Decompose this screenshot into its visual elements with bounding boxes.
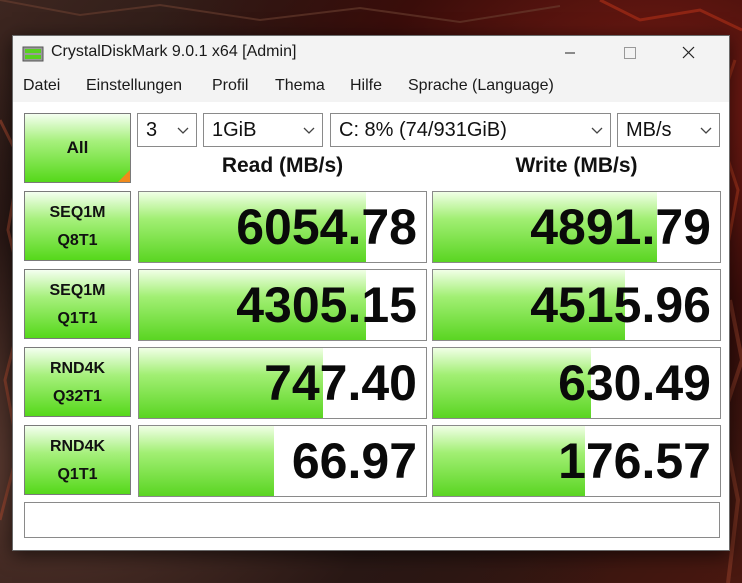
- test-name: SEQ1M: [49, 204, 106, 221]
- menu-bar: Datei Einstellungen Profil Thema Hilfe S…: [13, 70, 729, 102]
- count-select[interactable]: 3: [137, 113, 197, 147]
- write-result-cell: 4515.96: [432, 269, 721, 341]
- app-window: CrystalDiskMark 9.0.1 x64 [Admin] Datei …: [12, 35, 730, 551]
- write-result-cell: 4891.79: [432, 191, 721, 263]
- write-value: 176.57: [558, 433, 711, 489]
- test-params: Q32T1: [53, 388, 102, 405]
- chevron-down-icon: [700, 127, 712, 134]
- test-name: RND4K: [49, 360, 106, 377]
- menu-thema[interactable]: Thema: [275, 77, 325, 95]
- read-value: 4305.15: [236, 277, 417, 333]
- unit-value: MB/s: [626, 119, 672, 141]
- comment-field[interactable]: [24, 502, 720, 538]
- test-name: SEQ1M: [49, 282, 106, 299]
- main-panel: All 3 1GiB C: 8% (74/931GiB) MB/s Read (…: [13, 102, 729, 550]
- read-progress-bar: [139, 426, 274, 496]
- read-value: 747.40: [264, 355, 417, 411]
- title-bar[interactable]: CrystalDiskMark 9.0.1 x64 [Admin]: [13, 36, 729, 70]
- minimize-button[interactable]: [541, 36, 599, 70]
- drive-select[interactable]: C: 8% (74/931GiB): [330, 113, 611, 147]
- size-value: 1GiB: [212, 119, 257, 141]
- test-params: Q1T1: [57, 466, 98, 483]
- test-name: RND4K: [49, 438, 106, 455]
- read-result-cell: 66.97: [138, 425, 427, 497]
- window-title: CrystalDiskMark 9.0.1 x64 [Admin]: [51, 43, 297, 60]
- menu-datei[interactable]: Datei: [23, 77, 60, 95]
- chevron-down-icon: [177, 127, 189, 134]
- read-result-cell: 4305.15: [138, 269, 427, 341]
- test-button-seq1m-q8t1[interactable]: SEQ1M Q8T1: [24, 191, 131, 261]
- menu-profil[interactable]: Profil: [212, 77, 248, 95]
- read-value: 6054.78: [236, 199, 417, 255]
- write-header: Write (MB/s): [515, 154, 638, 177]
- write-value: 4891.79: [530, 199, 711, 255]
- close-button[interactable]: [659, 36, 717, 70]
- all-button-label: All: [66, 138, 89, 157]
- maximize-icon: [624, 47, 636, 59]
- test-params: Q8T1: [57, 232, 98, 249]
- write-result-cell: 176.57: [432, 425, 721, 497]
- count-value: 3: [146, 119, 158, 141]
- app-disk-icon: [22, 46, 44, 62]
- menu-sprache[interactable]: Sprache (Language): [408, 77, 554, 95]
- write-value: 630.49: [558, 355, 711, 411]
- read-result-cell: 6054.78: [138, 191, 427, 263]
- maximize-button[interactable]: [599, 36, 657, 70]
- all-button[interactable]: All: [24, 113, 131, 183]
- read-header: Read (MB/s): [221, 154, 344, 177]
- menu-einstellungen[interactable]: Einstellungen: [86, 77, 182, 95]
- chevron-down-icon: [303, 127, 315, 134]
- close-icon: [682, 46, 695, 59]
- chevron-down-icon: [591, 127, 603, 134]
- drive-value: C: 8% (74/931GiB): [339, 119, 507, 141]
- unit-select[interactable]: MB/s: [617, 113, 720, 147]
- size-select[interactable]: 1GiB: [203, 113, 323, 147]
- write-value: 4515.96: [530, 277, 711, 333]
- menu-hilfe[interactable]: Hilfe: [350, 77, 382, 95]
- corner-marker-icon: [118, 170, 130, 182]
- write-result-cell: 630.49: [432, 347, 721, 419]
- test-button-rnd4k-q1t1[interactable]: RND4K Q1T1: [24, 425, 131, 495]
- test-button-rnd4k-q32t1[interactable]: RND4K Q32T1: [24, 347, 131, 417]
- read-value: 66.97: [291, 433, 417, 489]
- read-result-cell: 747.40: [138, 347, 427, 419]
- minimize-icon: [565, 52, 575, 54]
- test-params: Q1T1: [57, 310, 98, 327]
- test-button-seq1m-q1t1[interactable]: SEQ1M Q1T1: [24, 269, 131, 339]
